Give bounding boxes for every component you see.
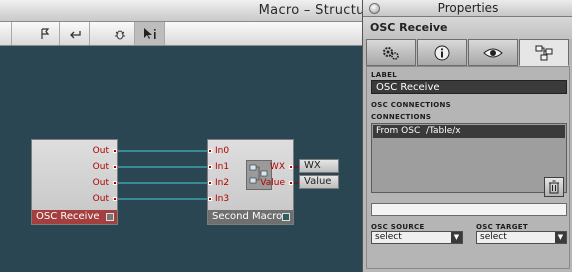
output-box-wx[interactable]: WX [299, 159, 339, 173]
properties-body: LABEL OSC Receive OSC CONNECTIONS CONNEC… [366, 66, 570, 269]
second-macro-module[interactable]: In0 In1 In2 In3 WX Value Second Macro [207, 139, 294, 225]
delete-connection-button[interactable] [544, 177, 564, 197]
osc-address-input[interactable] [371, 203, 567, 216]
osc-target-select[interactable]: select ▼ [476, 231, 567, 244]
debug-button[interactable] [105, 22, 135, 45]
pointer-info-icon [143, 27, 156, 39]
connections-list[interactable]: From OSC /Table/x [371, 123, 567, 193]
info-icon [434, 45, 450, 60]
osc-receive-name: OSC Receive [36, 211, 100, 222]
osc-target-value: select [480, 232, 507, 242]
tab-view[interactable] [468, 39, 518, 66]
bug-icon [114, 30, 125, 39]
out-port-0[interactable] [113, 149, 117, 153]
in-port-3[interactable] [208, 197, 212, 201]
chevron-down-icon: ▼ [451, 232, 462, 243]
eye-icon [483, 48, 503, 57]
macro-out-port-value[interactable] [289, 181, 293, 185]
connection-row-text: From OSC /Table/x [376, 126, 461, 136]
connection-row[interactable]: From OSC /Table/x [373, 125, 565, 138]
properties-module-name: OSC Receive [363, 17, 572, 39]
osc-target-heading: OSC TARGET [476, 223, 528, 231]
structure-icon [535, 45, 553, 60]
second-macro-footer: Second Macro [208, 210, 293, 224]
module-square-icon [106, 213, 114, 221]
out-port-1[interactable] [113, 165, 117, 169]
out-port-label-0: Out [92, 146, 109, 156]
pointer-info-button[interactable] [135, 22, 165, 45]
output-box-wx-label: WX [304, 160, 321, 171]
output-box-value-label: Value [304, 176, 332, 187]
connections-heading: CONNECTIONS [371, 113, 432, 121]
in-port-1[interactable] [208, 165, 212, 169]
gears-icon [383, 46, 399, 60]
tab-settings[interactable] [366, 39, 416, 66]
properties-titlebar: Properties [363, 0, 572, 17]
macro-out-label-wx: WX [269, 162, 285, 172]
osc-source-select[interactable]: select ▼ [371, 231, 463, 244]
osc-source-heading: OSC SOURCE [371, 223, 425, 231]
osc-receive-module[interactable]: Out Out Out Out OSC Receive [31, 139, 118, 225]
chevron-down-icon: ▼ [555, 232, 566, 243]
out-port-2[interactable] [113, 181, 117, 185]
in-port-0[interactable] [208, 149, 212, 153]
second-macro-name: Second Macro [212, 211, 283, 222]
out-port-label-1: Out [92, 162, 109, 172]
macro-out-label-value: Value [260, 178, 285, 188]
back-button[interactable] [60, 22, 90, 45]
close-icon[interactable] [369, 3, 380, 14]
flag-button[interactable] [30, 22, 60, 45]
osc-source-value: select [375, 232, 402, 242]
osc-receive-footer: OSC Receive [32, 210, 117, 224]
macro-out-port-wx[interactable] [289, 165, 293, 169]
flag-icon [40, 27, 49, 39]
in-port-label-2: In2 [215, 178, 230, 188]
in-port-label-0: In0 [215, 146, 230, 156]
label-field[interactable]: OSC Receive [371, 80, 567, 94]
trash-icon [549, 180, 559, 194]
out-port-label-2: Out [92, 178, 109, 188]
out-port-3[interactable] [113, 197, 117, 201]
toolbar-left-edge [0, 22, 12, 45]
in-port-2[interactable] [208, 181, 212, 185]
output-box-value[interactable]: Value [299, 175, 339, 189]
properties-panel: Properties OSC Receive LABEL OSC Receive… [362, 0, 572, 272]
back-arrow-icon [69, 30, 81, 38]
tab-info[interactable] [417, 39, 467, 66]
tab-structure[interactable] [519, 39, 569, 66]
osc-connections-heading: OSC CONNECTIONS [371, 101, 452, 109]
module-square-icon [282, 213, 290, 221]
in-port-label-1: In1 [215, 162, 230, 172]
out-port-label-3: Out [92, 194, 109, 204]
properties-title: Properties [437, 1, 499, 15]
properties-tabs [366, 39, 570, 66]
label-heading: LABEL [371, 71, 397, 79]
in-port-label-3: In3 [215, 194, 230, 204]
